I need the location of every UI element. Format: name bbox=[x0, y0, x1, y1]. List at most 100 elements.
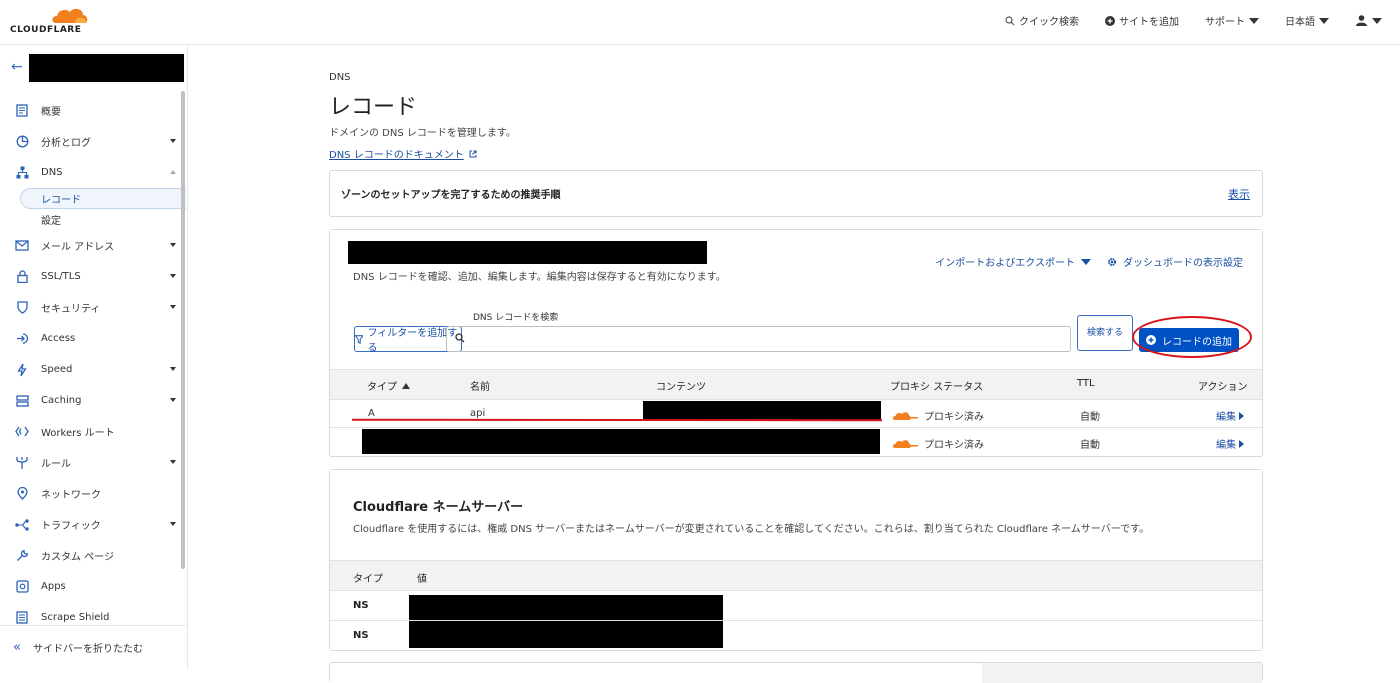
search-label: DNS レコードを検索 bbox=[473, 313, 559, 323]
sidebar-item-label: SSL/TLS bbox=[41, 271, 81, 282]
sidebar: ← 概要 分析とログ DNS レコード 設定 メール アドレス SSL/TLS … bbox=[0, 45, 188, 669]
annotation-circle bbox=[1132, 316, 1252, 358]
table-row: プロキシ済み 自動 編集 bbox=[330, 428, 1262, 456]
sidebar-item-label: 分析とログ bbox=[41, 138, 91, 149]
records-actions: インポートおよびエクスポート ダッシュボードの表示設定 bbox=[935, 254, 1243, 269]
column-type: タイプ bbox=[353, 574, 383, 585]
dns-search-input[interactable] bbox=[446, 326, 1071, 352]
sidebar-item-label: ネットワーク bbox=[41, 490, 101, 501]
workers-icon bbox=[14, 424, 30, 440]
chevron-down-icon bbox=[1372, 17, 1382, 24]
redacted-content bbox=[643, 401, 881, 421]
chevron-down-icon bbox=[170, 305, 176, 309]
records-description: DNS レコードを確認、追加、編集します。編集内容は保存すると有効になります。 bbox=[353, 272, 726, 283]
record-name: api bbox=[470, 408, 486, 419]
redacted-domain bbox=[29, 54, 184, 82]
proxy-status-label: プロキシ済み bbox=[924, 412, 984, 423]
nameservers-card: Cloudflare ネームサーバー Cloudflare を使用するには、権威… bbox=[329, 469, 1263, 651]
bolt-icon bbox=[14, 362, 30, 378]
orange-cloud-icon bbox=[892, 439, 918, 448]
redacted-zone-name bbox=[348, 241, 707, 264]
sidebar-nav: 概要 分析とログ DNS レコード 設定 メール アドレス SSL/TLS セキ… bbox=[0, 95, 186, 633]
column-content: コンテンツ bbox=[656, 382, 706, 393]
search-button[interactable]: 検索する bbox=[1077, 315, 1133, 351]
sidebar-item-label: DNS bbox=[41, 167, 63, 178]
chart-icon bbox=[14, 134, 30, 150]
main-content: DNS レコード ドメインの DNS レコードを管理します。 DNS レコードの… bbox=[188, 45, 1400, 683]
back-row: ← bbox=[0, 53, 188, 83]
annotation-underline bbox=[351, 418, 883, 422]
ns-type: NS bbox=[353, 600, 369, 611]
setup-show-link[interactable]: 表示 bbox=[1228, 186, 1250, 202]
user-menu[interactable] bbox=[1355, 15, 1382, 26]
cloudflare-logo[interactable]: CLOUDFLARE bbox=[10, 6, 90, 36]
add-site-link[interactable]: サイトを追加 bbox=[1105, 13, 1179, 28]
chevron-down-icon bbox=[170, 243, 176, 247]
document-icon bbox=[14, 103, 30, 119]
column-type[interactable]: タイプ bbox=[367, 378, 410, 393]
proxy-status: プロキシ済み bbox=[892, 436, 984, 451]
external-link-icon bbox=[469, 150, 477, 157]
nameservers-table-header: タイプ 値 bbox=[330, 560, 1262, 590]
sidebar-item-apps[interactable]: Apps bbox=[0, 571, 186, 602]
logo-text: CLOUDFLARE bbox=[10, 25, 82, 35]
records-table-header: タイプ 名前 コンテンツ プロキシ ステータス TTL アクション bbox=[330, 369, 1262, 400]
fork-icon bbox=[14, 455, 30, 471]
sidebar-subitem-settings[interactable]: 設定 bbox=[0, 209, 186, 230]
edit-record-link[interactable]: 編集 bbox=[1216, 408, 1244, 423]
column-ttl: TTL bbox=[1077, 378, 1095, 389]
sidebar-item-traffic[interactable]: トラフィック bbox=[0, 509, 186, 540]
location-icon bbox=[14, 486, 30, 502]
column-action: アクション bbox=[1198, 382, 1248, 393]
support-menu[interactable]: サポート bbox=[1205, 13, 1259, 28]
sidebar-scrollbar[interactable] bbox=[181, 91, 185, 569]
sidebar-subitem-records[interactable]: レコード bbox=[20, 188, 186, 209]
edit-label: 編集 bbox=[1216, 412, 1236, 423]
sidebar-item-workers[interactable]: Workers ルート bbox=[0, 416, 186, 447]
sidebar-item-custom-pages[interactable]: カスタム ページ bbox=[0, 540, 186, 571]
sidebar-item-network[interactable]: ネットワーク bbox=[0, 478, 186, 509]
sidebar-item-rules[interactable]: ルール bbox=[0, 447, 186, 478]
page-description: ドメインの DNS レコードを管理します。 bbox=[329, 128, 516, 139]
sidebar-item-dns[interactable]: DNS bbox=[0, 157, 186, 188]
sidebar-item-label: Apps bbox=[41, 581, 66, 592]
sidebar-item-security[interactable]: セキュリティ bbox=[0, 292, 186, 323]
table-row: NS bbox=[330, 590, 1262, 621]
setup-title: ゾーンのセットアップを完了するための推奨手順 bbox=[341, 190, 561, 201]
shield-icon bbox=[14, 300, 30, 316]
sidebar-item-speed[interactable]: Speed bbox=[0, 354, 186, 385]
record-ttl: 自動 bbox=[1080, 440, 1100, 451]
collapse-sidebar-button[interactable]: « サイドバーを折りたたむ bbox=[0, 625, 188, 669]
sidebar-item-email[interactable]: メール アドレス bbox=[0, 230, 186, 261]
top-bar: CLOUDFLARE クイック検索 サイトを追加 サポート 日本語 bbox=[0, 0, 1400, 45]
sidebar-subitem-label: 設定 bbox=[41, 216, 61, 227]
dashboard-settings-button[interactable]: ダッシュボードの表示設定 bbox=[1107, 254, 1243, 269]
dns-docs-link[interactable]: DNS レコードのドキュメント bbox=[329, 146, 477, 161]
nameservers-description: Cloudflare を使用するには、権威 DNS サーバーまたはネームサーバー… bbox=[353, 524, 1150, 535]
sidebar-item-access[interactable]: Access bbox=[0, 323, 186, 354]
sidebar-subitem-label: レコード bbox=[41, 195, 81, 206]
sidebar-item-analytics[interactable]: 分析とログ bbox=[0, 126, 186, 157]
sidebar-item-ssl[interactable]: SSL/TLS bbox=[0, 261, 186, 292]
chevron-right-icon bbox=[1239, 439, 1244, 448]
sidebar-item-label: メール アドレス bbox=[41, 242, 115, 253]
quick-search[interactable]: クイック検索 bbox=[1005, 13, 1079, 28]
chevron-down-icon bbox=[170, 398, 176, 402]
back-arrow-icon[interactable]: ← bbox=[11, 59, 23, 75]
edit-label: 編集 bbox=[1216, 440, 1236, 451]
sidebar-item-label: ルール bbox=[41, 459, 71, 470]
chevron-down-icon bbox=[170, 139, 176, 143]
search-icon bbox=[1005, 15, 1015, 25]
language-menu[interactable]: 日本語 bbox=[1285, 13, 1329, 28]
record-type: A bbox=[368, 408, 375, 419]
ns-type: NS bbox=[353, 630, 369, 641]
column-value: 値 bbox=[417, 574, 427, 585]
edit-record-link[interactable]: 編集 bbox=[1216, 436, 1244, 451]
import-export-menu[interactable]: インポートおよびエクスポート bbox=[935, 254, 1091, 269]
chevron-down-icon bbox=[1081, 258, 1091, 265]
sidebar-item-overview[interactable]: 概要 bbox=[0, 95, 186, 126]
language-label: 日本語 bbox=[1285, 17, 1315, 28]
table-row: A api プロキシ済み 自動 編集 bbox=[330, 400, 1262, 428]
sidebar-item-caching[interactable]: Caching bbox=[0, 385, 186, 416]
collapse-label: サイドバーを折りたたむ bbox=[32, 644, 143, 655]
